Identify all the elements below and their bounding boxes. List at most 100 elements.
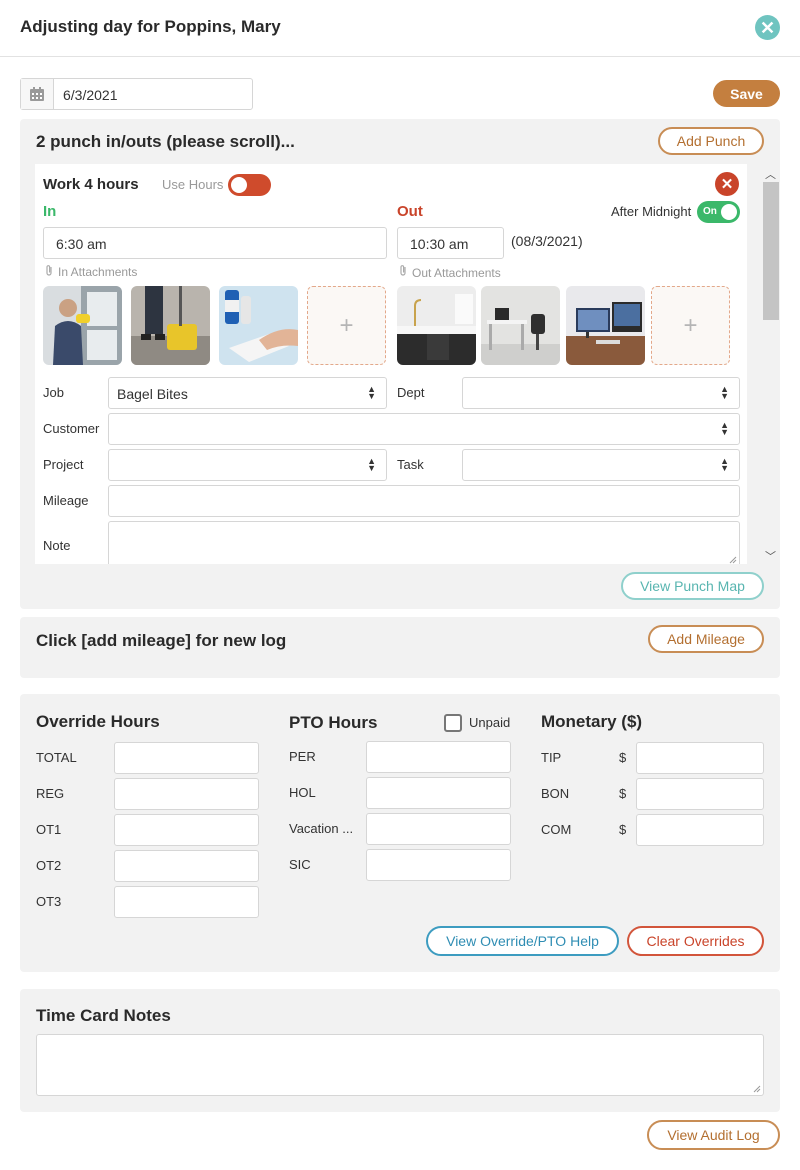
date-value: 6/3/2021	[63, 87, 118, 103]
currency-symbol: $	[619, 750, 627, 765]
punch-scroll-area[interactable]: Work 4 hours Use Hours ✕ In Out After Mi…	[35, 164, 747, 564]
out-attachment-photo[interactable]	[481, 286, 560, 365]
after-midnight-toggle[interactable]: On	[697, 201, 740, 223]
override-ot1-input[interactable]	[114, 814, 259, 846]
use-hours-toggle[interactable]	[228, 174, 271, 196]
calendar-icon[interactable]	[21, 79, 54, 109]
monetary-title: Monetary ($)	[541, 712, 643, 731]
dept-label: Dept	[397, 385, 425, 400]
out-time-value: 10:30 am	[410, 236, 469, 252]
pto-sic-input[interactable]	[366, 849, 511, 881]
in-time-value: 6:30 am	[56, 236, 107, 252]
override-ot3-input[interactable]	[114, 886, 259, 918]
view-punch-map-button[interactable]: View Punch Map	[621, 572, 764, 600]
after-midnight-toggle-text: On	[703, 206, 717, 217]
job-label: Job	[43, 385, 64, 400]
override-ot2-input[interactable]	[114, 850, 259, 882]
in-label: In	[43, 203, 57, 220]
out-attachments-label: Out Attachments	[412, 266, 501, 280]
override-hours-title: Override Hours	[36, 712, 160, 731]
select-arrows-icon: ▲ ▼	[367, 456, 376, 473]
project-select[interactable]: ▲ ▼	[108, 449, 387, 481]
override-row-label: REG	[36, 786, 65, 801]
delete-punch-icon[interactable]: ✕	[715, 172, 739, 196]
out-label: Out	[397, 203, 423, 220]
add-mileage-button[interactable]: Add Mileage	[648, 625, 764, 653]
dept-select[interactable]: ▲ ▼	[462, 377, 740, 409]
monetary-row-label: TIP	[541, 750, 562, 765]
in-attachments-header: In Attachments	[44, 264, 137, 280]
add-out-attachment-button[interactable]: +	[651, 286, 730, 365]
job-select[interactable]: Bagel Bites ▲ ▼	[108, 377, 387, 409]
task-select[interactable]: ▲ ▼	[462, 449, 740, 481]
pto-per-input[interactable]	[366, 741, 511, 773]
pto-row-label: PER	[289, 749, 316, 764]
pto-vacation-input[interactable]	[366, 813, 511, 845]
customer-label: Customer	[43, 421, 100, 436]
view-audit-log-button[interactable]: View Audit Log	[647, 1120, 780, 1150]
date-field[interactable]: 6/3/2021	[20, 78, 253, 110]
out-attachment-photo[interactable]	[397, 286, 476, 365]
override-reg-input[interactable]	[114, 778, 259, 810]
pto-row-label: Vacation ...	[289, 821, 354, 836]
resize-handle-icon[interactable]	[729, 556, 737, 564]
select-arrows-icon: ▲ ▼	[720, 456, 729, 473]
monetary-tip-input[interactable]	[636, 742, 764, 774]
out-attachment-photo[interactable]	[566, 286, 645, 365]
unpaid-checkbox[interactable]	[444, 714, 462, 732]
select-arrows-icon: ▲ ▼	[720, 420, 729, 437]
clear-overrides-button[interactable]: Clear Overrides	[627, 926, 764, 956]
paperclip-icon	[44, 264, 54, 280]
note-label: Note	[43, 538, 71, 553]
punch-scrollbar[interactable]: ︿ ﹀	[762, 164, 779, 564]
save-button[interactable]: Save	[713, 80, 780, 107]
monetary-row-label: COM	[541, 822, 572, 837]
currency-symbol: $	[619, 786, 627, 801]
use-hours-label: Use Hours	[162, 177, 224, 192]
monetary-bon-input[interactable]	[636, 778, 764, 810]
resize-handle-icon[interactable]	[753, 1085, 761, 1093]
in-time-input[interactable]: 6:30 am	[43, 227, 387, 259]
currency-symbol: $	[619, 822, 627, 837]
punch-title: Work 4 hours	[43, 176, 139, 193]
override-row-label: TOTAL	[36, 750, 77, 765]
in-attachments-label: In Attachments	[58, 265, 138, 279]
project-label: Project	[43, 457, 84, 472]
override-row-label: OT3	[36, 894, 62, 909]
job-value: Bagel Bites	[117, 386, 188, 402]
add-in-attachment-button[interactable]: +	[307, 286, 386, 365]
scroll-up-icon[interactable]: ︿	[765, 166, 776, 182]
unpaid-label: Unpaid	[469, 715, 511, 730]
notes-textarea[interactable]	[36, 1034, 764, 1096]
mileage-panel-title: Click [add mileage] for new log	[36, 631, 287, 650]
in-attachment-photo[interactable]	[219, 286, 298, 365]
dialog-title: Adjusting day for Poppins, Mary	[20, 17, 281, 36]
in-attachment-photo[interactable]	[43, 286, 122, 365]
select-arrows-icon: ▲ ▼	[720, 384, 729, 401]
mileage-input[interactable]	[108, 485, 740, 517]
punch-panel-title: 2 punch in/outs (please scroll)...	[36, 132, 295, 151]
scrollbar-thumb[interactable]	[763, 182, 779, 320]
pto-hours-title: PTO Hours	[289, 713, 378, 732]
override-row-label: OT2	[36, 858, 62, 873]
scroll-down-icon[interactable]: ﹀	[765, 548, 776, 564]
out-time-input[interactable]: 10:30 am	[397, 227, 504, 259]
customer-select[interactable]: ▲ ▼	[108, 413, 740, 445]
task-label: Task	[397, 457, 424, 472]
notes-title: Time Card Notes	[36, 1006, 171, 1025]
pto-row-label: SIC	[289, 857, 311, 872]
note-textarea[interactable]	[108, 521, 740, 564]
out-attachments-header: Out Attachments	[398, 264, 501, 282]
close-icon[interactable]: ✕	[755, 15, 780, 40]
out-date-label: (08/3/2021)	[511, 233, 583, 249]
override-total-input[interactable]	[114, 742, 259, 774]
mileage-label: Mileage	[43, 493, 89, 508]
paperclip-icon	[398, 264, 408, 282]
monetary-com-input[interactable]	[636, 814, 764, 846]
in-attachment-photo[interactable]	[131, 286, 210, 365]
after-midnight-label: After Midnight	[611, 204, 692, 219]
add-punch-button[interactable]: Add Punch	[658, 127, 764, 155]
override-help-button[interactable]: View Override/PTO Help	[426, 926, 619, 956]
monetary-row-label: BON	[541, 786, 570, 801]
pto-hol-input[interactable]	[366, 777, 511, 809]
